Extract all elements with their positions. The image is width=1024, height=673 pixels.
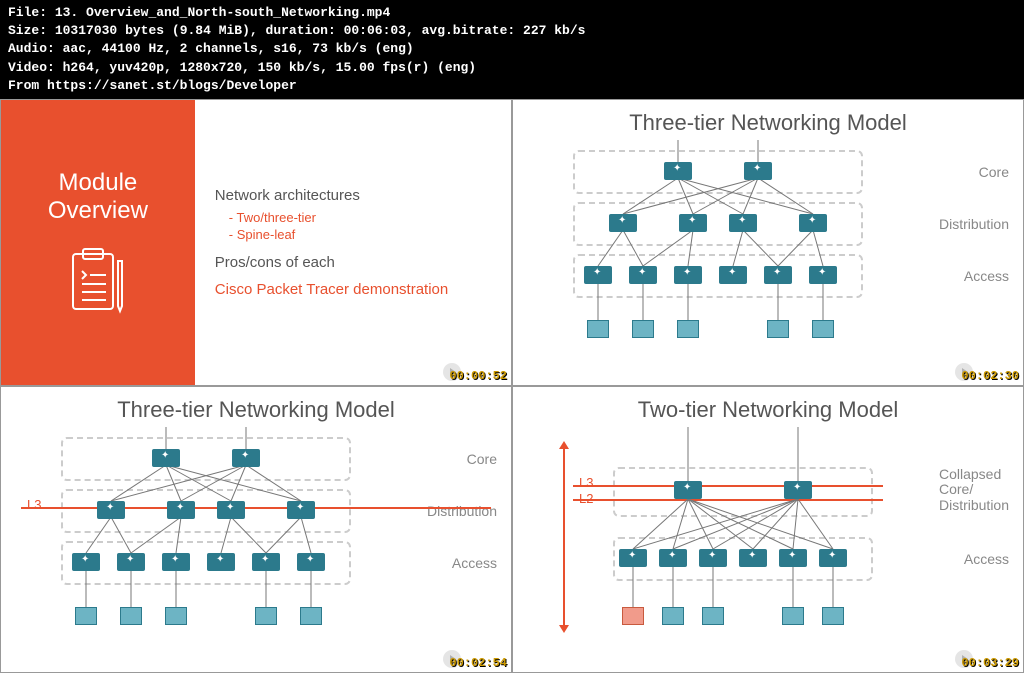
- network-lines-4: [513, 427, 1023, 662]
- audio-line: Audio: aac, 44100 Hz, 2 channels, s16, 7…: [8, 40, 1016, 58]
- video-line: Video: h264, yuv420p, 1280x720, 150 kb/s…: [8, 59, 1016, 77]
- access-switch: [162, 553, 190, 571]
- host-pc: [632, 320, 654, 338]
- access-switch: [779, 549, 807, 567]
- pros-cons: Pros/cons of each: [215, 254, 491, 271]
- file-line: File: 13. Overview_and_North-south_Netwo…: [8, 4, 1016, 22]
- file-info-header: File: 13. Overview_and_North-south_Netwo…: [0, 0, 1024, 99]
- access-switch: [72, 553, 100, 571]
- arch-heading: Network architectures: [215, 187, 491, 204]
- host-server: [767, 320, 789, 338]
- dist-switch: [799, 214, 827, 232]
- arch-sub2: Spine-leaf: [229, 227, 491, 242]
- demo-text: Cisco Packet Tracer demonstration: [215, 281, 491, 298]
- dist-switch: [679, 214, 707, 232]
- core-switch: [152, 449, 180, 467]
- access-switch: [297, 553, 325, 571]
- dist-switch: [729, 214, 757, 232]
- dist-switch: [609, 214, 637, 232]
- from-line: From https://sanet.st/blogs/Developer: [8, 77, 1016, 95]
- host-pc: [120, 607, 142, 625]
- timestamp-3: 00:02:54: [449, 656, 507, 670]
- access-switch: [809, 266, 837, 284]
- core-switch: [232, 449, 260, 467]
- access-switch: [207, 553, 235, 571]
- host-pc: [75, 607, 97, 625]
- dist-switch: [217, 501, 245, 519]
- two-tier-diagram: Collapsed Core/ Distribution Access L3 L…: [513, 427, 1023, 662]
- access-switch: [584, 266, 612, 284]
- access-switch: [619, 549, 647, 567]
- access-switch: [819, 549, 847, 567]
- size-line: Size: 10317030 bytes (9.84 MiB), duratio…: [8, 22, 1016, 40]
- module-overview-banner: Module Overview: [1, 100, 195, 385]
- access-switch: [659, 549, 687, 567]
- thumbnail-3[interactable]: Three-tier Networking Model Core Distrib…: [0, 386, 512, 673]
- access-switch: [674, 266, 702, 284]
- module-content: Network architectures Two/three-tier Spi…: [195, 100, 511, 385]
- core-switch: [664, 162, 692, 180]
- three-tier-diagram: Core Distribution Access: [513, 140, 1023, 375]
- dist-switch: [167, 501, 195, 519]
- host-server: [165, 607, 187, 625]
- timestamp-4: 00:03:29: [961, 656, 1019, 670]
- host-pc: [812, 320, 834, 338]
- core-switch: [744, 162, 772, 180]
- timestamp-1: 00:00:52: [449, 369, 507, 383]
- access-switch: [699, 549, 727, 567]
- access-switch: [719, 266, 747, 284]
- three-tier-l3-diagram: Core Distribution Access L3: [1, 427, 511, 662]
- host-pc: [822, 607, 844, 625]
- host-pc: [662, 607, 684, 625]
- access-switch: [764, 266, 792, 284]
- diagram-title-4: Two-tier Networking Model: [513, 387, 1023, 427]
- host-pc-red: [622, 607, 644, 625]
- host-server: [677, 320, 699, 338]
- thumbnail-grid: Module Overview Network architectures Tw…: [0, 99, 1024, 673]
- thumbnail-1[interactable]: Module Overview Network architectures Tw…: [0, 99, 512, 386]
- collapsed-switch: [784, 481, 812, 499]
- host-pc: [587, 320, 609, 338]
- thumbnail-2[interactable]: Three-tier Networking Model Core Distrib…: [512, 99, 1024, 386]
- host-server: [782, 607, 804, 625]
- clipboard-icon: [68, 246, 128, 316]
- diagram-title-2: Three-tier Networking Model: [513, 100, 1023, 140]
- thumbnail-4[interactable]: Two-tier Networking Model Collapsed Core…: [512, 386, 1024, 673]
- access-switch: [117, 553, 145, 571]
- host-server: [702, 607, 724, 625]
- host-pc: [300, 607, 322, 625]
- dist-switch: [287, 501, 315, 519]
- diagram-title-3: Three-tier Networking Model: [1, 387, 511, 427]
- timestamp-2: 00:02:30: [961, 369, 1019, 383]
- access-switch: [252, 553, 280, 571]
- module-title: Module Overview: [48, 169, 148, 227]
- access-switch: [629, 266, 657, 284]
- host-server: [255, 607, 277, 625]
- dist-switch: [97, 501, 125, 519]
- arch-sub1: Two/three-tier: [229, 210, 491, 225]
- collapsed-switch: [674, 481, 702, 499]
- access-switch: [739, 549, 767, 567]
